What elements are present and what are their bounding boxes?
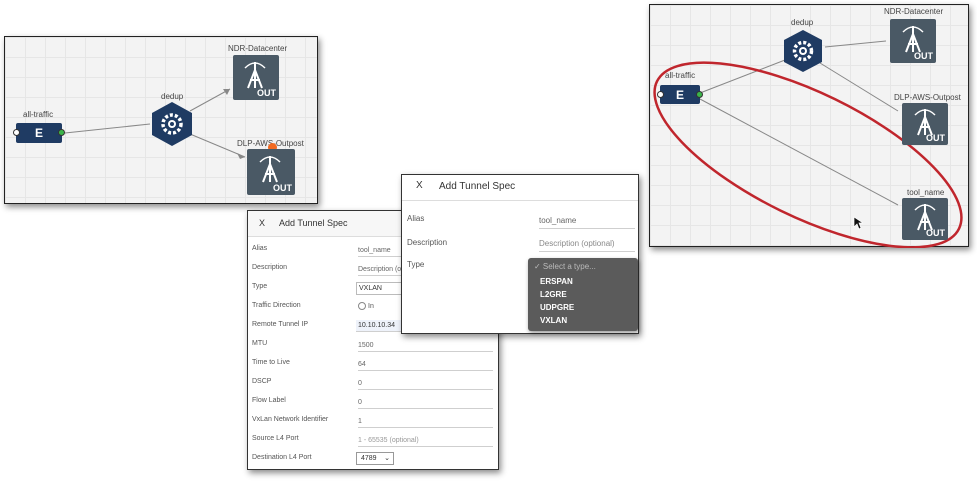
link-source-dedup [699,59,786,94]
field-label-remote-tunnel-ip: Remote Tunnel IP [252,321,309,328]
link-source-tool3 [699,98,899,206]
dedup-label: dedup [791,18,814,27]
dialog-header: X Add Tunnel Spec [402,175,638,201]
field-label-source-l4-port: Source L4 Port [252,435,299,442]
dedup-node[interactable] [782,29,824,73]
source-label: all-traffic [23,110,54,119]
field-label-alias: Alias [252,245,268,252]
dscp-input[interactable]: 0 [358,380,493,390]
chevron-down-icon: ⌄ [384,455,390,462]
link-source-dedup [64,123,151,134]
type-option-vxlan[interactable]: VXLAN [540,316,567,325]
direction-radio-label: In [368,303,374,310]
tool2-out-tag: OUT [273,183,292,193]
tool1-out-tag: OUT [914,51,933,61]
field-label-mtu: MTU [252,340,268,347]
tool3-node[interactable]: OUT [902,198,948,240]
type-option-udpgre[interactable]: UDPGRE [540,303,574,312]
field-label-dscp: DSCP [252,378,272,385]
tool1-out-tag: OUT [257,88,276,98]
tool1-label: NDR-Datacenter [884,7,944,16]
description-input[interactable]: Description (optional) [539,239,635,252]
tool2-label: DLP-AWS-Outpost [894,93,961,102]
add-tunnel-spec-dialog-small: X Add Tunnel Spec Alias tool_name Descri… [401,174,639,334]
input-port[interactable] [13,129,20,136]
tool3-label: tool_name [907,188,945,197]
tool-icon [902,26,924,53]
dedup-node[interactable] [150,101,194,147]
type-dropdown-placeholder[interactable]: ✓ Select a type... [534,262,596,271]
flow-label-input[interactable]: 0 [358,399,493,409]
direction-radio[interactable] [358,302,366,310]
output-port[interactable] [58,129,65,136]
source-l4-port-input[interactable]: 1 - 65535 (optional) [358,437,493,447]
field-label-type: Type [252,283,268,290]
ttl-input[interactable]: 64 [358,361,493,371]
source-glyph-icon: E [34,126,43,140]
dialog-title: Add Tunnel Spec [279,218,348,228]
input-port[interactable] [657,91,664,98]
source-glyph-icon: E [675,87,684,102]
link-dedup-tool2 [819,62,899,112]
field-label-alias: Alias [407,214,425,223]
source-label: all-traffic [665,71,696,80]
canvas-right[interactable]: all-traffic E dedup NDR-Datacenter OUT D… [649,4,969,248]
destination-l4-port-value: 4789 [361,455,377,462]
field-label-flow-label: Flow Label [252,397,286,404]
mouse-cursor-icon [853,216,863,230]
type-option-erspan[interactable]: ERSPAN [540,277,573,286]
field-label-description: Description [252,264,288,271]
dedup-label: dedup [161,92,184,101]
tool2-node[interactable]: OUT [902,103,948,145]
type-dropdown[interactable]: ✓ Select a type... ERSPAN L2GRE UDPGRE V… [528,258,638,331]
vni-input[interactable]: 1 [358,418,493,428]
tool-icon [259,156,281,183]
field-label-traffic-direction: Traffic Direction [252,302,301,309]
destination-l4-port-select[interactable]: 4789 ⌄ [356,452,394,465]
output-port[interactable] [696,91,703,98]
type-option-l2gre[interactable]: L2GRE [540,290,567,299]
mtu-input[interactable]: 1500 [358,342,493,352]
close-button[interactable]: X [259,218,265,228]
tool1-node[interactable]: OUT [233,55,279,100]
field-label-description: Description [407,238,448,247]
link-dedup-tool1 [824,40,887,48]
tool2-out-tag: OUT [926,133,945,143]
field-label-type: Type [407,260,425,269]
canvas-left[interactable]: all-traffic E dedup NDR-Datacenter OUT D… [4,36,318,204]
tool1-label: NDR-Datacenter [228,44,288,53]
dialog-title: Add Tunnel Spec [439,181,516,192]
link-dedup-tool1 [189,88,231,112]
tool1-node[interactable]: OUT [890,19,936,63]
field-label-destination-l4-port: Destination L4 Port [252,454,312,461]
tool-icon [244,62,266,89]
alias-input[interactable]: tool_name [539,216,635,229]
source-node[interactable]: E [657,85,703,104]
tool3-out-tag: OUT [926,228,945,238]
tool2-node[interactable]: OUT [247,149,295,195]
source-node[interactable]: E [13,123,65,143]
field-label-time-to-live: Time to Live [252,359,290,366]
field-label-vxlan-network-identifier: VxLan Network Identifier [252,416,329,423]
close-button[interactable]: X [416,180,423,191]
